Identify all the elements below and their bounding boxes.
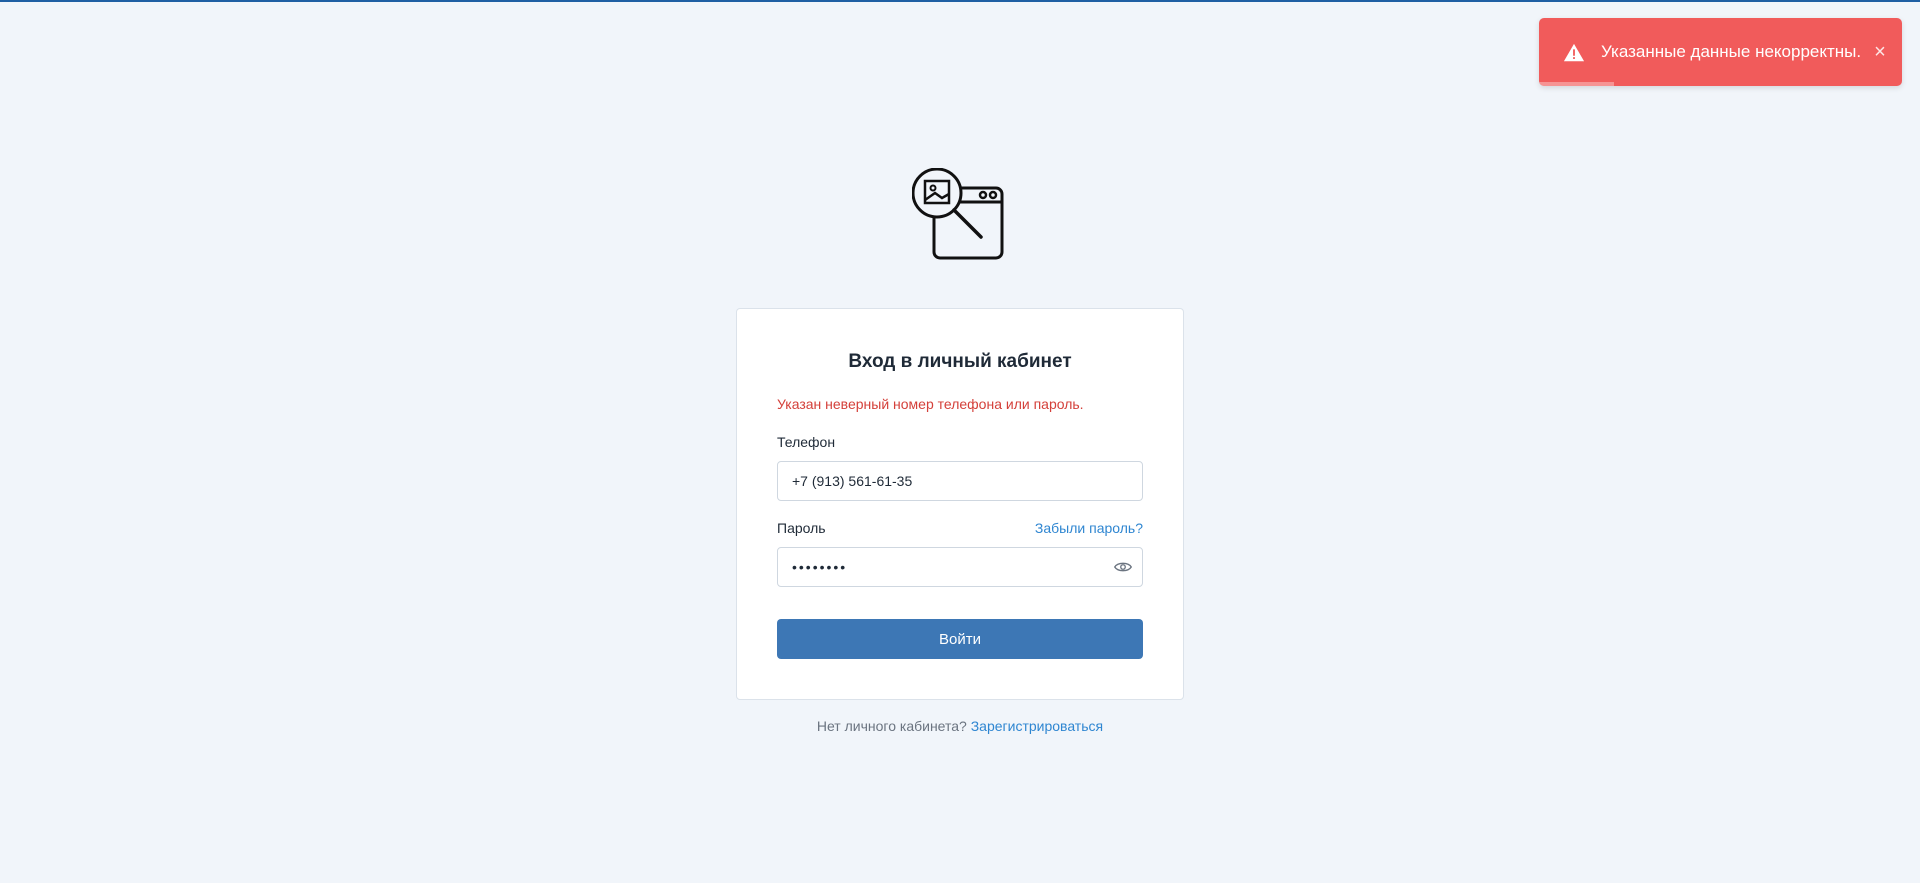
login-card: Вход в личный кабинет Указан неверный но… xyxy=(736,308,1184,700)
toast-close-button[interactable]: × xyxy=(1870,42,1890,62)
phone-label: Телефон xyxy=(777,434,836,450)
phone-input[interactable] xyxy=(777,461,1143,501)
toast-progress-bar xyxy=(1539,82,1614,86)
top-accent-bar xyxy=(0,0,1920,2)
error-toast: Указанные данные некорректны. × xyxy=(1539,18,1902,86)
login-title: Вход в личный кабинет xyxy=(848,351,1072,372)
register-prompt: Нет личного кабинета? Зарегистрироваться xyxy=(0,718,1920,734)
no-account-text: Нет личного кабинета? xyxy=(816,718,967,734)
login-error-message: Указан неверный номер телефона или парол… xyxy=(777,396,1084,412)
eye-icon[interactable] xyxy=(1114,559,1132,575)
forgot-password-link[interactable]: Забыли пароль? xyxy=(1035,520,1143,536)
image-search-browser-icon xyxy=(912,168,1004,260)
password-label: Пароль xyxy=(777,520,826,536)
register-link[interactable]: Зарегистрироваться xyxy=(971,718,1103,734)
toast-message: Указанные данные некорректны. xyxy=(1601,42,1862,61)
password-input[interactable] xyxy=(777,547,1143,587)
warning-icon xyxy=(1563,43,1585,62)
login-button[interactable]: Войти xyxy=(777,619,1143,659)
